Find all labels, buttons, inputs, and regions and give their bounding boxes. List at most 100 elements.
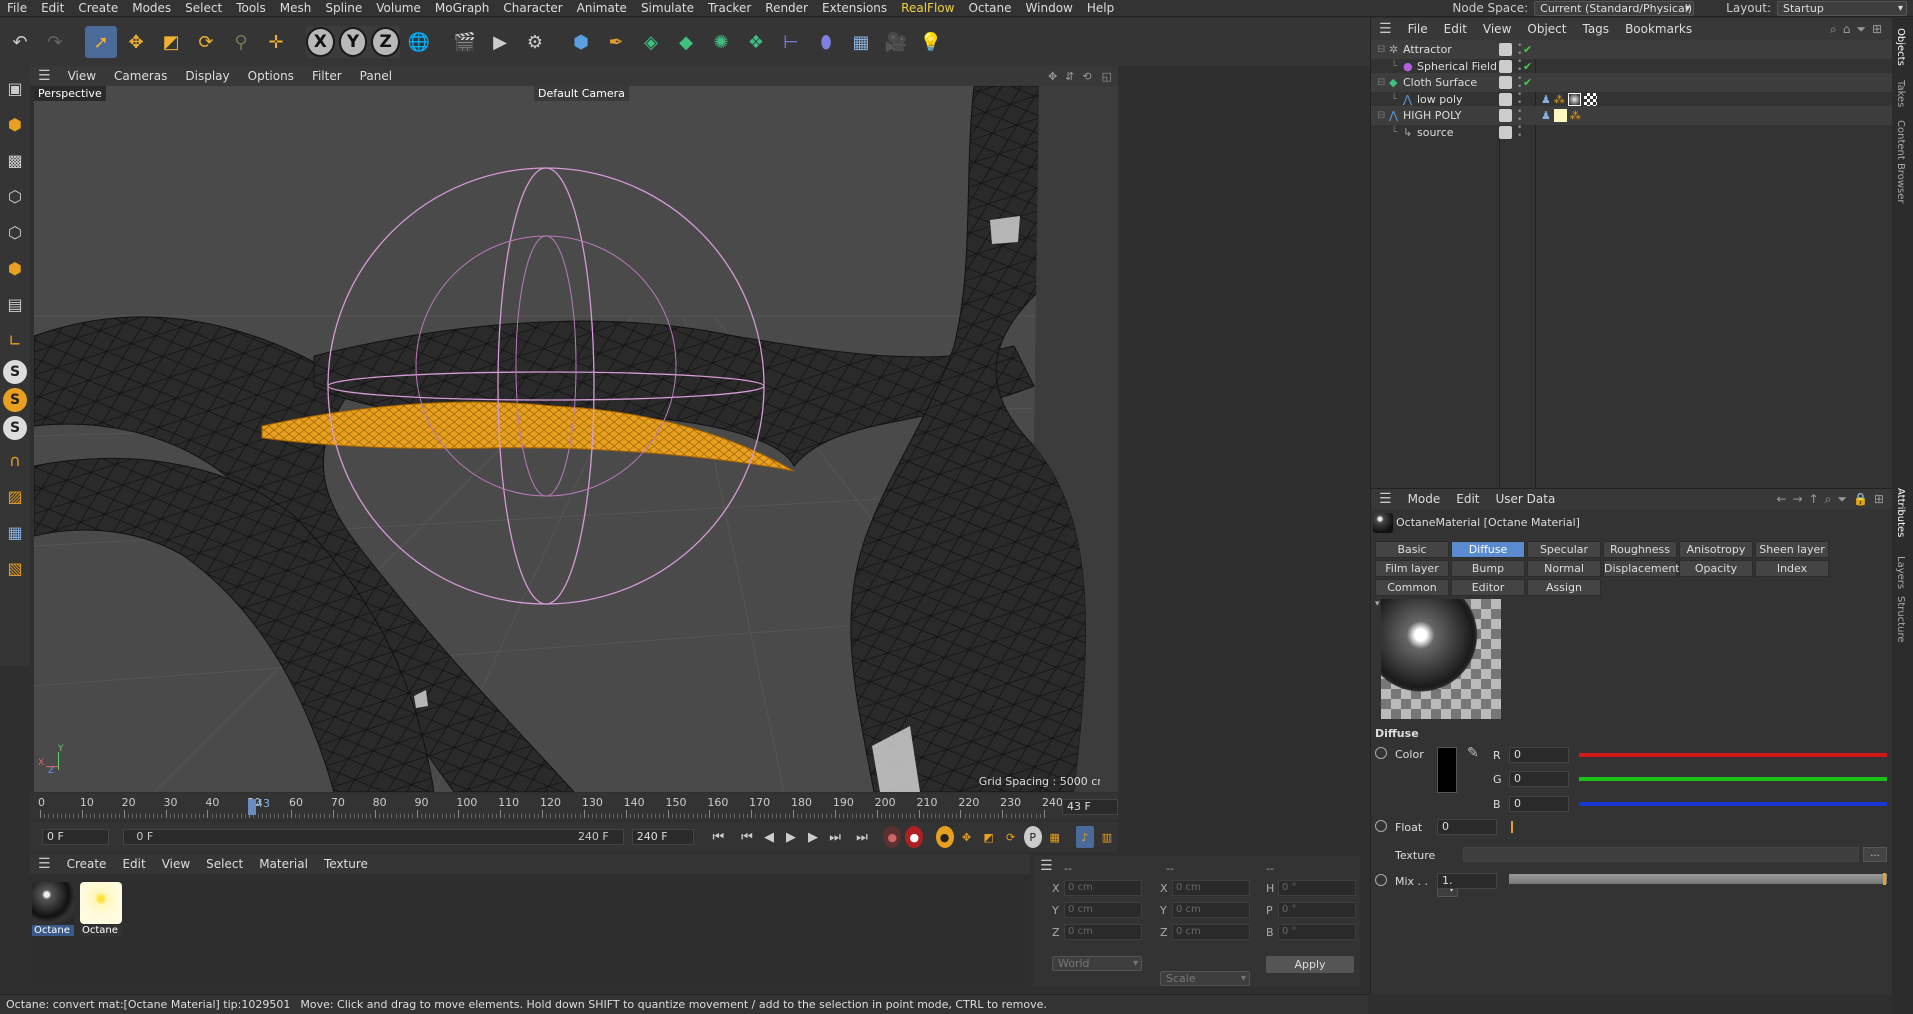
hamburger-icon[interactable]: ☰ xyxy=(30,68,59,84)
edit-toggle-icon[interactable] xyxy=(1499,92,1512,106)
frame-range-slider[interactable]: 0 F 240 F xyxy=(123,829,624,845)
rotate-icon[interactable]: ⟳ xyxy=(190,26,222,58)
menu-create[interactable]: Create xyxy=(71,0,125,17)
node-space-dropdown[interactable]: Current (Standard/Physical) xyxy=(1534,0,1695,16)
locked-workplane-icon[interactable]: ▧ xyxy=(2,552,28,584)
tab-film-layer[interactable]: Film layer xyxy=(1375,560,1449,577)
mix-slider-handle[interactable] xyxy=(1883,873,1886,885)
coord-field[interactable]: 0 ° xyxy=(1278,924,1356,940)
material-menu-view[interactable]: View xyxy=(154,857,198,871)
tab-normal[interactable]: Normal xyxy=(1527,560,1601,577)
green-slider[interactable] xyxy=(1579,777,1887,781)
texture-mode-icon[interactable]: ▩ xyxy=(2,144,28,176)
visibility-dots-icon[interactable]: • • xyxy=(1517,107,1522,124)
menu-mesh[interactable]: Mesh xyxy=(273,0,319,17)
view-name-label[interactable]: Perspective xyxy=(34,86,106,101)
float-animate-icon[interactable] xyxy=(1375,820,1387,832)
material-menu-edit[interactable]: Edit xyxy=(114,857,153,871)
uv-mode-icon[interactable]: ▤ xyxy=(2,288,28,320)
snap-settings-icon[interactable]: S xyxy=(3,388,27,412)
material-preview[interactable] xyxy=(1381,599,1501,719)
key-parameter-icon[interactable]: P xyxy=(1023,826,1042,848)
extrude-icon[interactable]: ◆ xyxy=(670,26,702,58)
go-to-end-icon[interactable]: ⏭ xyxy=(853,826,871,848)
viewport-menu-cameras[interactable]: Cameras xyxy=(105,69,176,83)
float-field[interactable]: 0 xyxy=(1437,819,1497,835)
mix-field[interactable]: 1. xyxy=(1437,873,1497,889)
visibility-dots-icon[interactable]: • • xyxy=(1517,124,1522,141)
coord-field[interactable]: 0 cm xyxy=(1172,880,1250,896)
tab-displacement[interactable]: Displacement xyxy=(1603,560,1680,577)
coord-field[interactable]: 0 cm xyxy=(1064,924,1142,940)
tab-index[interactable]: Index xyxy=(1755,560,1829,577)
side-tab-objects[interactable]: Objects xyxy=(1895,28,1906,66)
enabled-check-icon[interactable]: ✔ xyxy=(1523,76,1532,89)
coord-field[interactable]: 0 ° xyxy=(1278,880,1356,896)
3d-viewport[interactable]: Perspective Default Camera Grid Spacing … xyxy=(34,86,1116,792)
snap-icon[interactable]: S xyxy=(3,360,27,384)
make-editable-icon[interactable]: ▣ xyxy=(2,72,28,104)
float-slider[interactable] xyxy=(1511,821,1513,833)
coord-field[interactable]: 0 cm xyxy=(1172,902,1250,918)
cloth-tag-icon[interactable]: ♟ xyxy=(1541,93,1551,106)
search-icon[interactable]: ⌕ xyxy=(1825,492,1832,507)
menu-select[interactable]: Select xyxy=(178,0,229,17)
add-icon[interactable]: ✛ xyxy=(260,26,292,58)
object-menu-view[interactable]: View xyxy=(1475,22,1519,36)
menu-edit[interactable]: Edit xyxy=(34,0,71,17)
texture-more-button[interactable]: ... xyxy=(1863,847,1887,862)
coordinate-system-dropdown[interactable]: World xyxy=(1052,956,1142,971)
object-row[interactable]: └ ↳ source • • xyxy=(1371,123,1893,142)
edit-toggle-icon[interactable] xyxy=(1499,59,1512,73)
attribute-menu-mode[interactable]: Mode xyxy=(1400,492,1449,506)
visibility-dots-icon[interactable]: • • xyxy=(1517,74,1522,91)
edit-toggle-icon[interactable] xyxy=(1499,76,1512,89)
previous-key-icon[interactable]: ⏮ xyxy=(738,826,756,848)
material-menu-texture[interactable]: Texture xyxy=(316,857,376,871)
filter-icon[interactable]: ⏷ xyxy=(1837,492,1847,507)
menu-help[interactable]: Help xyxy=(1080,0,1121,17)
tab-diffuse[interactable]: Diffuse xyxy=(1451,541,1525,558)
recent-tools-icon[interactable]: ⚲ xyxy=(225,26,257,58)
pen-icon[interactable]: ✒ xyxy=(600,26,632,58)
playhead[interactable] xyxy=(248,799,256,815)
red-slider[interactable] xyxy=(1579,753,1887,757)
object-name[interactable]: HIGH POLY xyxy=(1403,109,1462,122)
search-icon[interactable]: ⌕ xyxy=(1830,22,1837,37)
tab-bump[interactable]: Bump xyxy=(1451,560,1525,577)
size-mode-dropdown[interactable]: Scale xyxy=(1160,971,1250,986)
menu-tracker[interactable]: Tracker xyxy=(701,0,758,17)
redo-icon[interactable]: ↷ xyxy=(39,26,71,58)
forward-icon[interactable]: → xyxy=(1793,492,1803,507)
filter-icon[interactable]: ⏷ xyxy=(1856,22,1866,37)
sound-icon[interactable]: ♪ xyxy=(1075,826,1094,848)
object-name[interactable]: Spherical Field xyxy=(1417,60,1497,73)
mix-slider[interactable] xyxy=(1509,874,1887,884)
dolly-icon[interactable]: ⇵ xyxy=(1061,70,1078,83)
mix-animate-icon[interactable] xyxy=(1375,874,1387,886)
texture-slot[interactable] xyxy=(1463,847,1859,862)
workplane-icon[interactable]: ▨ xyxy=(2,480,28,512)
coord-field[interactable]: 0 cm xyxy=(1172,924,1250,940)
field-icon[interactable]: ⬮ xyxy=(810,26,842,58)
menu-volume[interactable]: Volume xyxy=(369,0,428,17)
object-name[interactable]: Attractor xyxy=(1403,43,1452,56)
model-mode-icon[interactable]: ⬢ xyxy=(2,108,28,140)
menu-animate[interactable]: Animate xyxy=(570,0,634,17)
color-animate-icon[interactable] xyxy=(1375,747,1387,759)
points-mode-icon[interactable]: ⬡ xyxy=(2,180,28,212)
z-axis-lock-icon[interactable]: Z xyxy=(371,27,401,57)
new-window-icon[interactable]: ⊞ xyxy=(1872,22,1882,37)
menu-simulate[interactable]: Simulate xyxy=(634,0,701,17)
hamburger-icon[interactable]: ☰ xyxy=(1371,491,1400,507)
side-tab-content-browser[interactable]: Content Browser xyxy=(1895,120,1906,203)
blue-field[interactable]: 0 xyxy=(1509,796,1569,812)
key-pla-icon[interactable]: ▦ xyxy=(1046,826,1064,848)
hamburger-icon[interactable]: ☰ xyxy=(30,856,59,872)
deformer-icon[interactable]: ⊢ xyxy=(775,26,807,58)
visibility-dots-icon[interactable]: • • xyxy=(1517,91,1522,108)
object-tags[interactable]: ♟ ⁂ xyxy=(1541,109,1581,122)
material-menu-select[interactable]: Select xyxy=(198,857,251,871)
object-menu-object[interactable]: Object xyxy=(1519,22,1574,36)
object-menu-tags[interactable]: Tags xyxy=(1574,22,1617,36)
